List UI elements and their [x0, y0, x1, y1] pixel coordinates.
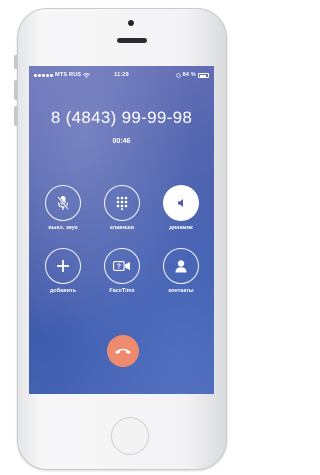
call-duration: 00:46 [112, 138, 131, 145]
battery-status: 84 % [176, 72, 209, 78]
speaker-icon [178, 199, 183, 207]
battery-percent: 84 % [182, 72, 196, 78]
earpiece-speaker [117, 38, 147, 43]
contacts-label: контакты [168, 288, 194, 294]
facetime-label: FaceTime [109, 288, 135, 294]
home-button[interactable] [111, 417, 149, 455]
mute-icon [57, 196, 69, 210]
battery-icon [198, 72, 209, 78]
front-camera [128, 20, 134, 26]
mute-button[interactable] [45, 185, 81, 221]
mute-switch [14, 55, 17, 69]
plus-icon [57, 260, 69, 272]
location-icon [176, 72, 181, 78]
keypad-label: клавиши [109, 225, 135, 231]
volume-down-button [14, 106, 17, 126]
contact-icon [175, 260, 187, 273]
svg-text:?: ? [117, 264, 121, 271]
end-call-button[interactable] [107, 335, 139, 367]
volume-up-button [14, 80, 17, 100]
add-call-button[interactable] [45, 248, 81, 284]
speaker-button[interactable] [163, 185, 199, 221]
facetime-icon: ? [113, 261, 130, 271]
mute-label: выкл. звук [48, 225, 78, 231]
call-screen: MTS RUS 11:29 84 % 8 (4843) 99-99-98 00:… [29, 66, 214, 394]
facetime-button[interactable]: ? [104, 248, 140, 284]
speaker-label: динамик [169, 225, 193, 231]
keypad-icon [116, 196, 128, 210]
end-call-icon [115, 348, 131, 354]
contacts-button[interactable] [163, 248, 199, 284]
call-number: 8 (4843) 99-99-98 [50, 108, 193, 127]
add-call-label: добавить [49, 288, 77, 294]
keypad-button[interactable] [104, 185, 140, 221]
status-bar: MTS RUS 11:29 84 % [29, 72, 214, 82]
